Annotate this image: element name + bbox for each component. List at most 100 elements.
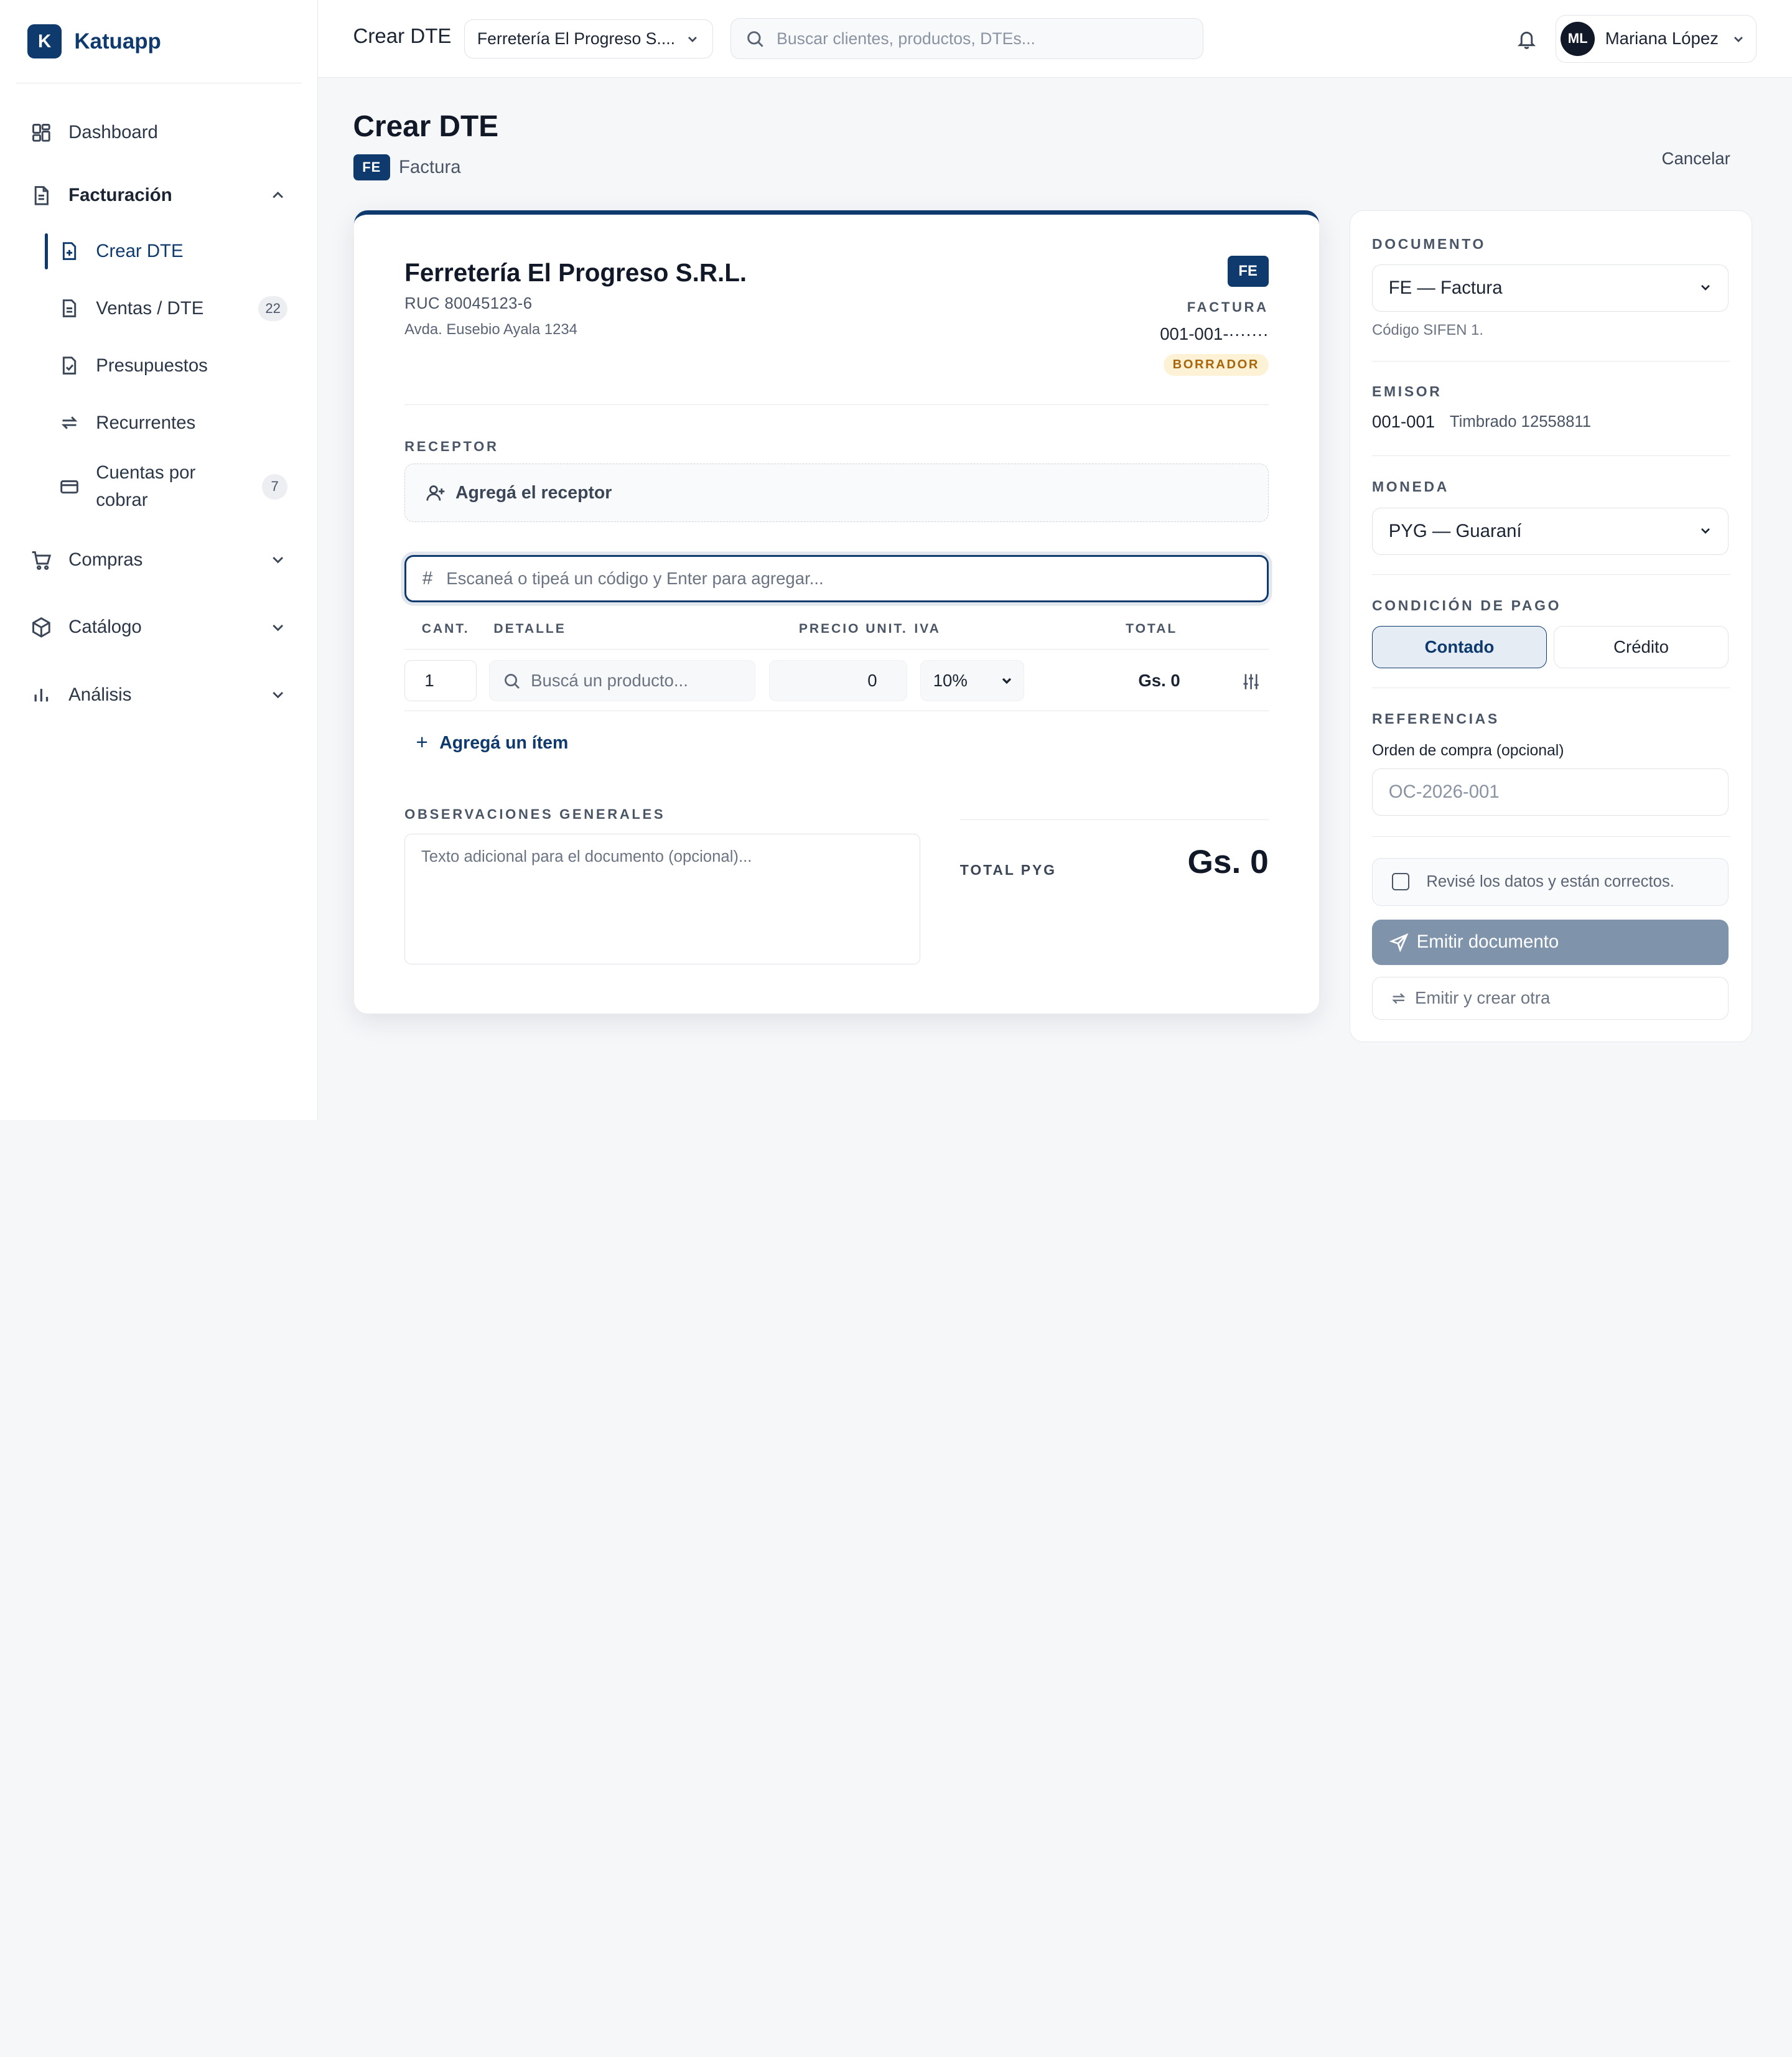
divider: [404, 404, 1269, 405]
chevron-down-icon[interactable]: [269, 618, 287, 637]
sidebar-item-label: Presupuestos: [96, 355, 208, 376]
iva-select[interactable]: 10%: [920, 660, 1024, 702]
sidebar-item-facturacion[interactable]: Facturación: [16, 172, 301, 218]
document-card: Ferretería El Progreso S.R.L. RUC 800451…: [354, 210, 1319, 1014]
sidebar-item-label: Catálogo: [68, 617, 142, 638]
scan-field[interactable]: #: [404, 555, 1269, 602]
oc-input[interactable]: [1372, 768, 1729, 816]
chevron-down-icon[interactable]: [269, 686, 287, 704]
oc-label: Orden de compra (opcional): [1372, 742, 1564, 759]
scan-input[interactable]: [446, 568, 1235, 589]
iva-select-value: 10%: [933, 671, 968, 691]
chevron-down-icon: [685, 32, 700, 47]
search-icon: [746, 30, 764, 48]
search-input[interactable]: [777, 29, 1188, 49]
moneda-select[interactable]: PYG — Guaraní: [1372, 508, 1729, 555]
chevron-down-icon: [1731, 32, 1746, 47]
sidebar-item-cuentas-por-cobrar[interactable]: Cuentas por cobrar 7: [16, 455, 301, 519]
sidebar-item-compras[interactable]: Compras: [16, 537, 301, 582]
add-item-button[interactable]: + Agregá un ítem: [416, 731, 569, 755]
sidebar-item-label: Crear DTE: [96, 241, 184, 262]
company-select[interactable]: Ferretería El Progreso S....: [464, 19, 714, 58]
add-receptor-button[interactable]: Agregá el receptor: [404, 464, 1269, 522]
product-search-input[interactable]: [531, 671, 749, 691]
company-select-value: Ferretería El Progreso S....: [477, 29, 676, 48]
sidebar-item-label: Recurrentes: [96, 412, 196, 433]
cancel-link[interactable]: Cancelar: [1662, 149, 1730, 169]
sidebar-item-label: Análisis: [68, 684, 132, 705]
sidebar-item-analisis[interactable]: Análisis: [16, 672, 301, 717]
sifen-code: Código SIFEN 1.: [1372, 322, 1484, 339]
chevron-down-icon: [999, 673, 1014, 688]
divider: [1372, 574, 1730, 575]
user-plus-icon: [426, 483, 446, 503]
row-total: Gs. 0: [1138, 670, 1180, 690]
documento-select[interactable]: FE — Factura: [1372, 264, 1729, 312]
file-plus-icon: [59, 241, 80, 261]
repeat-icon: [59, 413, 80, 433]
chevron-down-icon[interactable]: [269, 551, 287, 569]
col-header-price: PRECIO UNIT.: [798, 621, 908, 636]
doc-number: 001-001-·······: [1160, 324, 1269, 344]
sidebar-item-recurrentes[interactable]: Recurrentes: [16, 398, 301, 448]
obs-textarea[interactable]: [404, 834, 920, 964]
repeat-icon: [1390, 990, 1407, 1007]
main-content: Crear DTE Ferretería El Progreso S.... M…: [317, 0, 1792, 1120]
sidebar: K Katuapp Dashboard Facturación Crear DT…: [0, 0, 318, 1120]
moneda-label: MONEDA: [1372, 478, 1449, 495]
count-badge: 7: [262, 474, 287, 500]
sidebar-item-crear-dte[interactable]: Crear DTE: [16, 226, 301, 277]
col-header-qty: CANT.: [421, 621, 470, 636]
topbar-title: Crear DTE: [353, 25, 452, 49]
issuer-address: Avda. Eusebio Ayala 1234: [404, 320, 577, 338]
emisor-code: 001-001: [1372, 412, 1435, 432]
doc-type-heading: FACTURA: [1187, 299, 1269, 315]
pago-label: CONDICIÓN DE PAGO: [1372, 597, 1562, 613]
sidebar-item-label: Dashboard: [68, 122, 158, 143]
issuer-name: Ferretería El Progreso S.R.L.: [404, 258, 747, 287]
divider: [1372, 836, 1730, 837]
unit-price-input[interactable]: 0: [769, 660, 908, 702]
sidebar-item-label: Facturación: [68, 185, 172, 206]
brand-logo: K: [27, 24, 62, 59]
product-search-field[interactable]: [489, 660, 756, 702]
dashboard-icon: [30, 121, 53, 144]
sidebar-nav: Dashboard Facturación Crear DTE Ventas /…: [16, 101, 301, 718]
sidebar-item-ventas[interactable]: Ventas / DTE 22: [16, 283, 301, 334]
bar-chart-icon: [30, 683, 53, 706]
file-text-icon: [59, 298, 80, 319]
send-icon: [1389, 933, 1409, 953]
divider: [404, 648, 1269, 650]
app-window: K Katuapp Dashboard Facturación Crear DT…: [0, 0, 1792, 1120]
contado-toggle[interactable]: Contado: [1372, 625, 1547, 668]
doc-type-label: Factura: [398, 156, 461, 177]
file-check-icon: [59, 355, 80, 376]
cart-icon: [30, 549, 53, 572]
divider: [1372, 455, 1730, 456]
sidebar-item-label: Compras: [68, 549, 143, 570]
checkbox[interactable]: [1392, 873, 1409, 890]
doc-type-badge: FE: [353, 154, 390, 181]
emit-button[interactable]: Emitir documento: [1372, 919, 1729, 966]
total-label: TOTAL PYG: [959, 861, 1057, 878]
credito-toggle[interactable]: Crédito: [1554, 625, 1729, 668]
emit-and-new-button[interactable]: Emitir y crear otra: [1372, 976, 1729, 1020]
qty-input[interactable]: 1: [404, 660, 477, 702]
bell-icon[interactable]: [1516, 29, 1537, 49]
sidebar-item-label-line: Cuentas por: [96, 462, 196, 483]
confirm-checkbox-row[interactable]: Revisé los datos y están correctos.: [1372, 857, 1729, 906]
issuer-ruc: RUC 80045123-6: [404, 294, 533, 312]
obs-label: OBSERVACIONES GENERALES: [404, 806, 666, 823]
brand[interactable]: K Katuapp: [16, 0, 301, 84]
sidebar-item-catalogo[interactable]: Catálogo: [16, 604, 301, 650]
emit-and-new-label: Emitir y crear otra: [1414, 988, 1551, 1008]
add-item-label: Agregá un ítem: [439, 732, 569, 753]
sidebar-item-presupuestos[interactable]: Presupuestos: [16, 340, 301, 391]
emit-label: Emitir documento: [1416, 931, 1559, 953]
global-search[interactable]: [730, 18, 1204, 60]
documento-select-value: FE — Factura: [1388, 277, 1503, 298]
sliders-icon[interactable]: [1241, 672, 1261, 691]
user-menu[interactable]: ML Mariana López: [1555, 14, 1757, 63]
sidebar-item-dashboard[interactable]: Dashboard: [16, 110, 301, 155]
chevron-up-icon[interactable]: [269, 186, 287, 204]
